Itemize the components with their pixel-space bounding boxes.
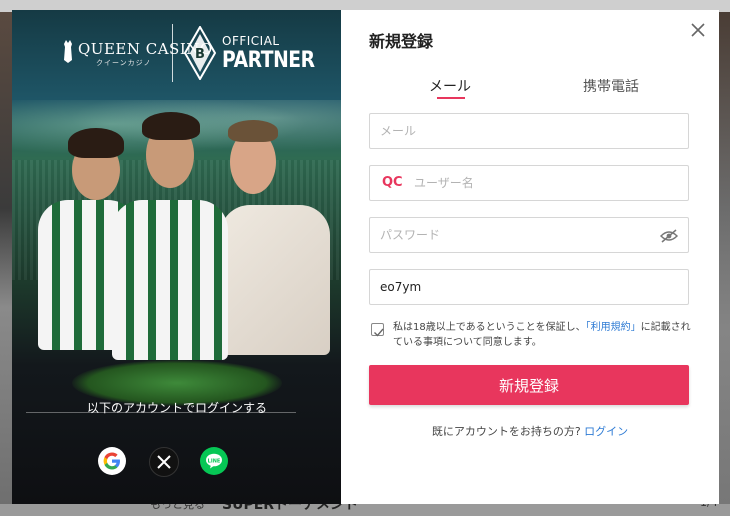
promo-code-field <box>369 269 689 305</box>
queen-crown-icon <box>64 40 72 63</box>
signup-form: 新規登録 メール 携帯電話 QC <box>341 10 719 504</box>
password-field <box>369 217 689 253</box>
casino-logo-subtext: クイーンカジノ <box>96 59 152 67</box>
login-prompt-text: 既にアカウントをお持ちの方? <box>431 425 581 438</box>
background-footer <box>0 504 730 516</box>
line-login-button[interactable]: LINE <box>200 447 228 475</box>
google-icon <box>103 452 120 470</box>
password-input[interactable] <box>380 218 640 252</box>
register-button[interactable]: 新規登録 <box>369 365 689 405</box>
tab-email[interactable]: メール <box>429 76 471 96</box>
tab-phone[interactable]: 携帯電話 <box>583 76 639 96</box>
signup-modal: QUEEN CASINO クイーンカジノ B OFFICIAL PARTNER … <box>12 10 719 504</box>
email-field <box>369 113 689 149</box>
terms-link[interactable]: 「利用規約」 <box>586 322 641 333</box>
svg-text:LINE: LINE <box>208 458 221 464</box>
partner-label: PARTNER <box>222 48 315 73</box>
username-input[interactable] <box>414 166 674 200</box>
username-field: QC <box>369 165 689 201</box>
svg-text:B: B <box>195 47 205 62</box>
line-icon: LINE <box>206 453 222 469</box>
form-title: 新規登録 <box>369 32 434 51</box>
active-tab-indicator <box>437 97 465 99</box>
eye-slash-icon[interactable] <box>660 229 678 243</box>
x-icon <box>157 455 171 469</box>
check-icon <box>374 328 384 337</box>
terms-text-before: 私は18歳以上であるということを保証し、 <box>393 322 586 333</box>
club-badge-icon: B <box>184 26 216 80</box>
promo-panel: QUEEN CASINO クイーンカジノ B OFFICIAL PARTNER … <box>12 10 341 504</box>
social-login-caption: 以下のアカウントでログインする <box>86 401 267 415</box>
terms-checkbox[interactable] <box>371 323 384 337</box>
login-prompt: 既にアカウントをお持ちの方? ログイン <box>341 423 719 439</box>
background-right-edge <box>719 12 730 504</box>
terms-text: 私は18歳以上であるということを保証し、「利用規約」に記載されている事項について… <box>393 320 693 350</box>
x-login-button[interactable] <box>149 447 179 477</box>
promo-code-input[interactable] <box>380 270 640 304</box>
close-icon[interactable] <box>690 22 706 38</box>
background-left-edge <box>0 12 12 504</box>
google-login-button[interactable] <box>98 447 126 475</box>
email-input[interactable] <box>380 114 640 148</box>
username-prefix: QC <box>382 175 403 190</box>
login-link[interactable]: ログイン <box>584 425 628 438</box>
logo-divider <box>172 24 173 82</box>
official-label: OFFICIAL <box>222 34 280 48</box>
